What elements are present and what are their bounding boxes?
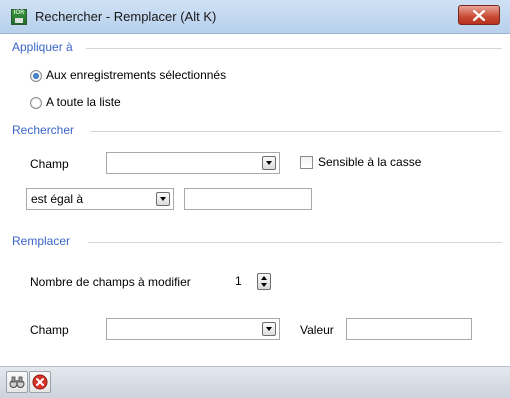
search-field-combo[interactable] [106, 152, 280, 174]
cancel-button[interactable] [29, 371, 51, 393]
bottom-toolbar [0, 366, 510, 398]
replace-field-label: Champ [30, 323, 69, 337]
window-title: Rechercher - Remplacer (Alt K) [35, 9, 217, 24]
find-replace-dialog: IOR Rechercher - Remplacer (Alt K) Appli… [0, 0, 510, 398]
search-section-legend: Rechercher [12, 123, 75, 137]
case-sensitive-label: Sensible à la casse [318, 155, 422, 169]
apply-all-radio[interactable] [30, 97, 42, 109]
app-icon: IOR [11, 9, 27, 25]
search-operator-combo[interactable]: est égal à [26, 188, 174, 210]
binoculars-icon [9, 376, 25, 388]
close-icon [473, 10, 485, 21]
replace-count-label: Nombre de champs à modifier [30, 275, 191, 289]
apply-selected-label: Aux enregistrements sélectionnés [46, 68, 227, 82]
replace-value-label: Valeur [300, 323, 334, 337]
replace-count-value: 1 [235, 274, 242, 288]
case-sensitive-checkbox[interactable] [300, 156, 313, 169]
chevron-down-icon[interactable] [262, 322, 276, 336]
replace-section-divider [88, 242, 502, 243]
apply-all-label: A toute la liste [46, 95, 121, 109]
search-section-divider [90, 131, 502, 132]
chevron-down-icon[interactable] [262, 156, 276, 170]
title-bar[interactable]: IOR Rechercher - Remplacer (Alt K) [0, 0, 510, 34]
apply-selected-radio[interactable] [30, 70, 42, 82]
chevron-down-icon[interactable] [156, 192, 170, 206]
close-button[interactable] [458, 5, 500, 25]
search-field-label: Champ [30, 157, 69, 171]
replace-section-legend: Remplacer [12, 234, 71, 248]
search-button[interactable] [6, 371, 28, 393]
apply-section-legend: Appliquer à [12, 40, 73, 54]
app-icon-text: IOR [13, 9, 25, 16]
replace-field-combo[interactable] [106, 318, 280, 340]
replace-count-stepper[interactable]: 1 [232, 271, 276, 293]
stepper-arrows-icon[interactable] [257, 273, 271, 290]
cancel-icon [32, 374, 48, 390]
apply-section-divider [86, 48, 502, 49]
replace-value-input[interactable] [346, 318, 472, 340]
search-value-input[interactable] [184, 188, 312, 210]
search-operator-value: est égal à [31, 192, 84, 206]
